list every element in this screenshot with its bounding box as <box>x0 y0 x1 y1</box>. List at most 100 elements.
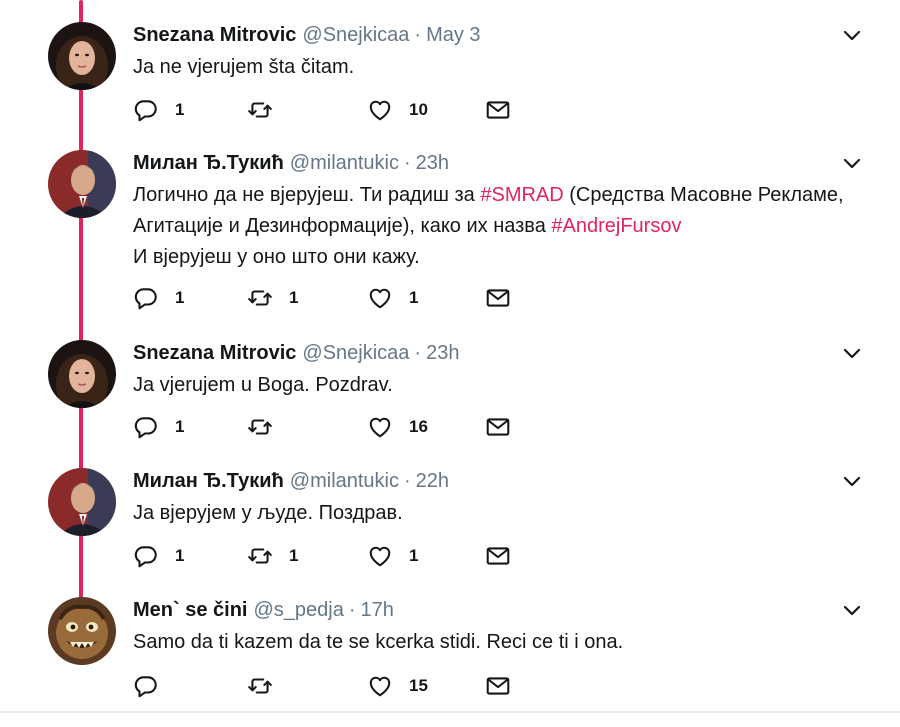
separator-dot: · <box>348 598 356 621</box>
tweet: Милан Ђ.Тукић @milantukic · 22h Ja вјерујем … <box>0 468 900 598</box>
retweet-button[interactable] <box>247 95 273 125</box>
heart-icon <box>369 417 391 438</box>
tweet-text: Ja ne vjerujem šta čitam. <box>133 52 873 83</box>
avatar[interactable] <box>48 597 116 665</box>
envelope-icon <box>486 418 510 436</box>
reply-button[interactable] <box>133 671 159 701</box>
separator-dot: · <box>404 151 411 174</box>
tweet-timestamp[interactable]: 23h <box>426 342 459 365</box>
tweet-menu-button[interactable] <box>840 601 864 621</box>
hashtag-link[interactable]: #AndrejFursov <box>551 215 681 237</box>
direct-message-button[interactable] <box>485 671 511 701</box>
tweet-menu-button[interactable] <box>840 154 864 174</box>
author-name[interactable]: Snezana Mitrovic <box>133 24 296 47</box>
direct-message-button[interactable] <box>485 95 511 125</box>
hashtag-link[interactable]: #SMRAD <box>480 184 563 206</box>
retweet-button[interactable]: 1 <box>247 541 298 571</box>
reply-button[interactable]: 1 <box>133 412 184 442</box>
heart-icon <box>369 676 391 697</box>
like-button[interactable]: 16 <box>367 412 428 442</box>
envelope-icon <box>486 677 510 695</box>
retweet-icon <box>248 102 272 118</box>
direct-message-button[interactable] <box>485 541 511 571</box>
reply-count: 1 <box>175 417 185 436</box>
envelope-icon <box>486 547 510 565</box>
author-handle[interactable]: @Snejkicaa <box>302 342 409 365</box>
reply-button[interactable]: 1 <box>133 541 184 571</box>
author-name[interactable]: Милан Ђ.Тукић <box>133 152 284 175</box>
tweet-timestamp[interactable]: 22h <box>416 470 449 493</box>
separator-dot: · <box>404 469 411 492</box>
tweet: Snezana Mitrovic @Snejkicaa · May 3 Ja ne vj… <box>0 22 900 152</box>
tweet-text: Ja vjerujem u Boga. Pozdrav. <box>133 370 873 401</box>
reply-icon <box>134 546 157 568</box>
tweet-text-span: И вјерујеш у оно што они кажу. <box>133 246 420 268</box>
retweet-count: 1 <box>289 546 299 565</box>
tweet-timestamp[interactable]: 23h <box>416 152 449 175</box>
tweet-text-span: Ja ne vjerujem šta čitam. <box>133 56 355 78</box>
like-button[interactable]: 1 <box>367 283 418 313</box>
tweet: Милан Ђ.Тукић @milantukic · 23h Логично да н… <box>0 150 900 280</box>
direct-message-button[interactable] <box>485 283 511 313</box>
tweet: Snezana Mitrovic @Snejkicaa · 23h Ja vjeruje… <box>0 340 900 470</box>
tweet-header: Милан Ђ.Тукић @milantukic · 23h <box>133 150 449 176</box>
tweet-text-line: Логично да не вјерујеш. Ти радиш за #SMR… <box>133 180 873 211</box>
tweet-text-line: Ja vjerujem u Boga. Pozdrav. <box>133 370 873 401</box>
avatar[interactable] <box>48 150 116 218</box>
tweet-text-line: Ja вјерујем у људе. Поздрав. <box>133 498 873 529</box>
tweet-menu-button[interactable] <box>840 344 864 364</box>
chevron-down-icon <box>843 605 861 616</box>
reply-count: 1 <box>175 100 185 119</box>
retweet-icon <box>248 548 272 564</box>
like-count: 1 <box>409 288 419 307</box>
tweet-menu-button[interactable] <box>840 472 864 492</box>
tweet-menu-button[interactable] <box>840 26 864 46</box>
heart-icon <box>369 288 391 309</box>
author-name[interactable]: Men` se čini <box>133 599 247 622</box>
retweet-button[interactable]: 1 <box>247 283 298 313</box>
cartoon-monster-image <box>48 597 116 665</box>
tweet-timestamp[interactable]: May 3 <box>426 24 480 47</box>
like-count: 1 <box>409 546 419 565</box>
envelope-icon <box>486 101 510 119</box>
avatar[interactable] <box>48 340 116 408</box>
reply-button[interactable]: 1 <box>133 95 184 125</box>
reply-count: 1 <box>175 546 185 565</box>
author-handle[interactable]: @milantukic <box>290 470 399 493</box>
like-count: 15 <box>409 676 428 695</box>
author-name[interactable]: Милан Ђ.Тукић <box>133 470 284 493</box>
tweet-text: Логично да не вјерујеш. Ти радиш за #SMR… <box>133 180 873 273</box>
retweet-count: 1 <box>289 288 299 307</box>
retweet-icon <box>248 419 272 435</box>
tweet-text-span: Ja vjerujem u Boga. Pozdrav. <box>133 374 393 396</box>
tweet-text-line: Samo da ti kazem da te se kcerka stidi. … <box>133 627 873 658</box>
reply-button[interactable]: 1 <box>133 283 184 313</box>
heart-icon <box>369 546 391 567</box>
author-handle[interactable]: @s_pedja <box>253 599 343 622</box>
retweet-button[interactable] <box>247 412 273 442</box>
author-handle[interactable]: @Snejkicaa <box>302 24 409 47</box>
chevron-down-icon <box>843 348 861 359</box>
reply-count: 1 <box>175 288 185 307</box>
tweet-header: Snezana Mitrovic @Snejkicaa · 23h <box>133 340 459 366</box>
tweet-text: Ja вјерујем у људе. Поздрав. <box>133 498 873 529</box>
like-button[interactable]: 1 <box>367 541 418 571</box>
tweet-text-span: Логично да не вјерујеш. Ти радиш за <box>133 184 481 206</box>
tweet-text-span: Агитације и Дезинформације), како их наз… <box>133 215 552 237</box>
reply-icon <box>134 417 157 439</box>
reply-icon <box>134 676 157 698</box>
separator-dot: · <box>414 23 422 46</box>
avatar[interactable] <box>48 22 116 90</box>
reply-icon <box>134 100 157 122</box>
tweet-header: Snezana Mitrovic @Snejkicaa · May 3 <box>133 22 481 48</box>
like-button[interactable]: 15 <box>367 671 428 701</box>
avatar[interactable] <box>48 468 116 536</box>
woman-portrait-image <box>48 22 116 90</box>
author-name[interactable]: Snezana Mitrovic <box>133 342 296 365</box>
direct-message-button[interactable] <box>485 412 511 442</box>
like-button[interactable]: 10 <box>367 95 428 125</box>
woman-portrait-image <box>48 340 116 408</box>
author-handle[interactable]: @milantukic <box>290 152 399 175</box>
tweet-timestamp[interactable]: 17h <box>361 599 394 622</box>
retweet-button[interactable] <box>247 671 273 701</box>
